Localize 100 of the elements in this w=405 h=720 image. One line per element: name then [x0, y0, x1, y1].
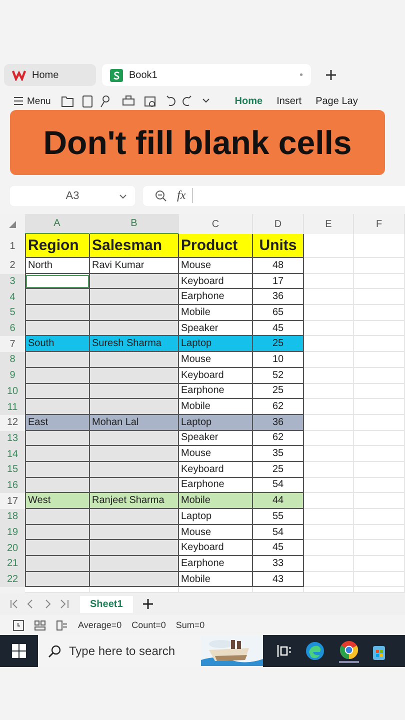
row-header[interactable]: 20 [0, 540, 25, 556]
table-cell: Keyboard [179, 540, 253, 556]
toolbar-icons-drawing[interactable] [60, 94, 211, 108]
browser-icon[interactable] [305, 641, 325, 662]
table-cell [25, 524, 90, 540]
clock-icon[interactable] [13, 620, 24, 631]
search-icon [48, 644, 61, 658]
search-input[interactable]: Type here to search [67, 643, 201, 660]
table-cell [354, 524, 405, 540]
column-header[interactable]: A [25, 214, 90, 234]
table-cell [304, 540, 354, 556]
row-header[interactable]: 8 [0, 352, 25, 368]
table-cell: Laptop [179, 336, 253, 352]
row-header[interactable]: 18 [0, 509, 25, 525]
sheet-tab[interactable]: Sheet1 [80, 596, 133, 613]
column-header[interactable]: B [90, 214, 179, 234]
row-header[interactable]: 10 [0, 384, 25, 400]
table-cell [25, 320, 90, 336]
row-header[interactable]: 12 [0, 414, 25, 431]
row-header[interactable]: 15 [0, 462, 25, 478]
table-cell [354, 258, 405, 274]
browser-icon[interactable] [339, 640, 359, 660]
grid-tool-icon[interactable] [34, 620, 46, 631]
table-cell [304, 399, 354, 415]
column-header[interactable]: E [304, 214, 354, 234]
table-cell: East [25, 414, 90, 431]
row-header[interactable]: 3 [0, 274, 25, 290]
sheet-navigation-icons-drawing[interactable] [10, 599, 70, 610]
formula-field[interactable]: fx [143, 186, 405, 206]
table-cell: 10 [253, 352, 304, 368]
ribbon-tab[interactable]: Insert [276, 96, 302, 106]
table-cell: 36 [253, 414, 304, 431]
table-cell: Mouse [179, 258, 253, 274]
add-icon[interactable] [325, 69, 337, 81]
search-field[interactable]: Type here to search [38, 635, 263, 668]
table-cell [304, 524, 354, 540]
add-icon[interactable] [142, 599, 153, 610]
table-cell [354, 478, 405, 494]
row-header[interactable]: 13 [0, 430, 25, 446]
table-cell: 52 [253, 368, 304, 384]
table-cell: 36 [253, 289, 304, 306]
row-header[interactable]: 17 [0, 493, 25, 509]
row-header[interactable]: 9 [0, 368, 25, 384]
row-header[interactable]: 21 [0, 556, 25, 572]
table-cell: Suresh Sharma [90, 336, 179, 352]
row-header[interactable]: 1 [0, 234, 25, 258]
table-cell: 43 [253, 572, 304, 588]
table-cell: 45 [253, 540, 304, 556]
table-cell [25, 446, 90, 462]
table-cell [354, 509, 405, 525]
table-cell: 62 [253, 430, 304, 446]
table-cell: Mouse [179, 524, 253, 540]
panel-icon[interactable] [56, 620, 68, 631]
table-cell: Product [179, 234, 253, 258]
ribbon-tab[interactable]: Home [234, 96, 263, 106]
table-cell [25, 540, 90, 556]
table-cell: Mohan Lal [90, 414, 179, 431]
row-header[interactable]: 2 [0, 258, 25, 274]
row-header[interactable]: 19 [0, 524, 25, 540]
table-cell: 25 [253, 384, 304, 400]
table-cell [25, 556, 90, 572]
menu-icon[interactable] [14, 97, 23, 105]
row-header[interactable]: 5 [0, 305, 25, 321]
select-all-icon[interactable] [9, 220, 16, 228]
name-box[interactable]: A3 [10, 186, 135, 206]
table-cell [25, 305, 90, 321]
chevron-down-icon[interactable] [119, 194, 127, 198]
table-cell [354, 493, 405, 509]
row-header[interactable]: 4 [0, 289, 25, 306]
table-cell [354, 414, 405, 431]
table-cell: 35 [253, 446, 304, 462]
table-cell: 33 [253, 556, 304, 572]
table-cell [304, 430, 354, 446]
task-view-icon[interactable] [277, 645, 291, 658]
table-cell: Mobile [179, 305, 253, 321]
column-header[interactable]: F [354, 214, 405, 234]
table-cell: Mobile [179, 493, 253, 509]
row-header[interactable]: 16 [0, 478, 25, 494]
row-header[interactable]: 22 [0, 572, 25, 588]
row-header[interactable]: 7 [0, 336, 25, 352]
table-cell [25, 368, 90, 384]
table-cell [354, 556, 405, 572]
table-cell: Speaker [179, 430, 253, 446]
table-cell [304, 462, 354, 478]
row-header[interactable]: 14 [0, 446, 25, 462]
table-cell: 44 [253, 493, 304, 509]
table-cell [304, 336, 354, 352]
document-tab[interactable]: Home [4, 64, 96, 86]
row-header[interactable]: 6 [0, 320, 25, 336]
table-cell: 65 [253, 305, 304, 321]
table-cell [25, 289, 90, 306]
document-tab[interactable]: Book1 • [102, 64, 311, 86]
row-header[interactable]: 11 [0, 399, 25, 415]
table-cell: Mouse [179, 352, 253, 368]
table-cell [304, 478, 354, 494]
menu-button[interactable]: Menu [14, 96, 51, 106]
ribbon-tab[interactable]: Page Lay [316, 96, 358, 106]
table-cell: Keyboard [179, 368, 253, 384]
windows-icon[interactable] [12, 644, 26, 658]
table-cell [304, 258, 354, 274]
